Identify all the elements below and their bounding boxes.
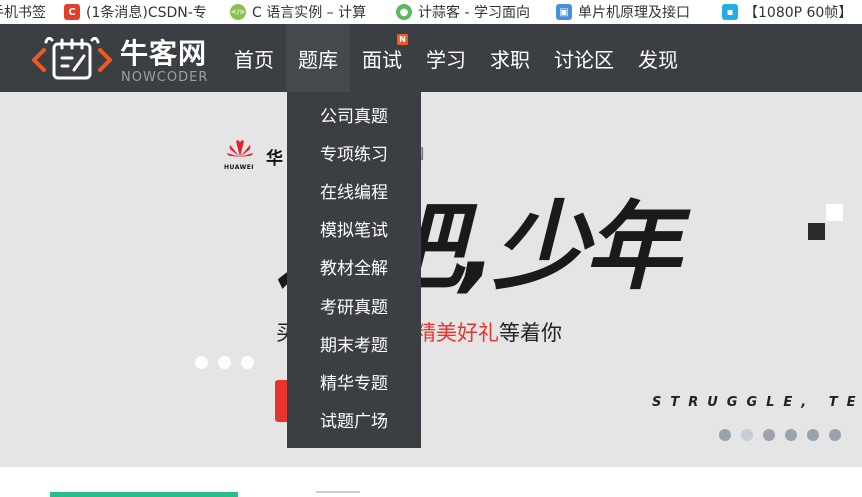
cube-icon: ▣ [556, 4, 572, 20]
bookmark-runoob[interactable]: </> C 语言实例 – 计算 [230, 0, 388, 24]
logo-title: 牛客网 [120, 37, 208, 70]
bookmark-jisuanke[interactable]: ● 计蒜客 - 学习面向 [396, 0, 546, 24]
bookmark-label: 手机书签 [0, 5, 46, 21]
section-accent-bar [50, 492, 238, 497]
question-bank-dropdown: 公司真题 专项练习 在线编程 模拟笔试 教材全解 考研真题 期末考题 精华专题 … [287, 92, 421, 448]
bookmark-mobile[interactable]: 手机书签 [0, 0, 56, 24]
huawei-wordmark: HUAWEI [224, 164, 255, 171]
dropdown-item-mock-test[interactable]: 模拟笔试 [287, 210, 421, 248]
bookmark-label: 计蒜客 - 学习面向 [418, 5, 530, 21]
banner-tagline: STRUGGLE, TEE [652, 395, 862, 410]
nav-item-jobs[interactable]: 求职 [478, 24, 542, 92]
decor-square-dark [808, 223, 825, 240]
main-nav: 首页 题库 面试 N 学习 求职 讨论区 发现 [222, 24, 690, 92]
new-badge: N [397, 34, 408, 45]
carousel-dot[interactable] [785, 429, 797, 441]
bookmark-label: C 语言实例 – 计算 [252, 5, 367, 21]
carousel-dot[interactable] [719, 429, 731, 441]
nav-item-question-bank[interactable]: 题库 [286, 24, 350, 92]
bookmark-csdn[interactable]: C (1条消息)CSDN-专 [64, 0, 224, 24]
carousel-dot[interactable] [763, 429, 775, 441]
hero-banner[interactable]: HUAWEI 华 网 进吧,少年 买精美好礼等着你 STRUGGLE, TEE [0, 92, 862, 467]
dropdown-item-online-coding[interactable]: 在线编程 [287, 171, 421, 209]
subline-right: 等着你 [499, 321, 562, 345]
bookmark-bilibili[interactable]: ▪ 【1080P 60帧】 [722, 0, 852, 24]
nowcoder-logo-icon [32, 36, 112, 80]
carousel-dot-active[interactable] [741, 429, 753, 441]
subline-highlight: 精美好礼 [415, 321, 499, 345]
bookmark-label: 单片机原理及接口 [578, 5, 690, 21]
carousel-dot[interactable] [829, 429, 841, 441]
bookmark-label: 【1080P 60帧】 [744, 5, 853, 21]
nav-item-learn[interactable]: 学习 [414, 24, 478, 92]
jisuanke-icon: ● [396, 4, 412, 20]
nav-item-discuss[interactable]: 讨论区 [542, 24, 626, 92]
section-stub [316, 491, 360, 497]
runoob-icon: </> [230, 4, 246, 20]
dropdown-item-company-exams[interactable]: 公司真题 [287, 95, 421, 133]
dropdown-item-textbook-solutions[interactable]: 教材全解 [287, 248, 421, 286]
bookmark-mcu[interactable]: ▣ 单片机原理及接口 [556, 0, 710, 24]
csdn-icon: C [64, 4, 80, 20]
dropdown-item-question-plaza[interactable]: 试题广场 [287, 401, 421, 439]
nav-item-interview[interactable]: 面试 N [350, 24, 414, 92]
bookmarks-bar: 手机书签 C (1条消息)CSDN-专 </> C 语言实例 – 计算 ● 计蒜… [0, 0, 862, 24]
carousel-pagination [719, 429, 841, 441]
dropdown-item-final-exams[interactable]: 期末考题 [287, 324, 421, 362]
site-header: 牛客网 NOWCODER 首页 题库 面试 N 学习 求职 讨论区 发现 [0, 24, 862, 92]
bookmark-label: (1条消息)CSDN-专 [86, 5, 207, 21]
partner-text: 华 [266, 149, 283, 169]
inner-dot [218, 356, 231, 369]
inner-dot [241, 356, 254, 369]
dropdown-item-topic-practice[interactable]: 专项练习 [287, 133, 421, 171]
nav-item-discover[interactable]: 发现 [626, 24, 690, 92]
dropdown-item-postgrad-exams[interactable]: 考研真题 [287, 286, 421, 324]
bilibili-icon: ▪ [722, 4, 738, 20]
banner-inner-dots [195, 356, 254, 369]
decor-square-white [826, 204, 843, 221]
dropdown-item-featured-topics[interactable]: 精华专题 [287, 362, 421, 400]
nav-item-home[interactable]: 首页 [222, 24, 286, 92]
nav-item-label: 面试 [362, 47, 402, 72]
carousel-dot[interactable] [807, 429, 819, 441]
inner-dot [195, 356, 208, 369]
logo-subtitle: NOWCODER [121, 70, 209, 85]
site-logo[interactable]: 牛客网 NOWCODER [30, 30, 220, 86]
